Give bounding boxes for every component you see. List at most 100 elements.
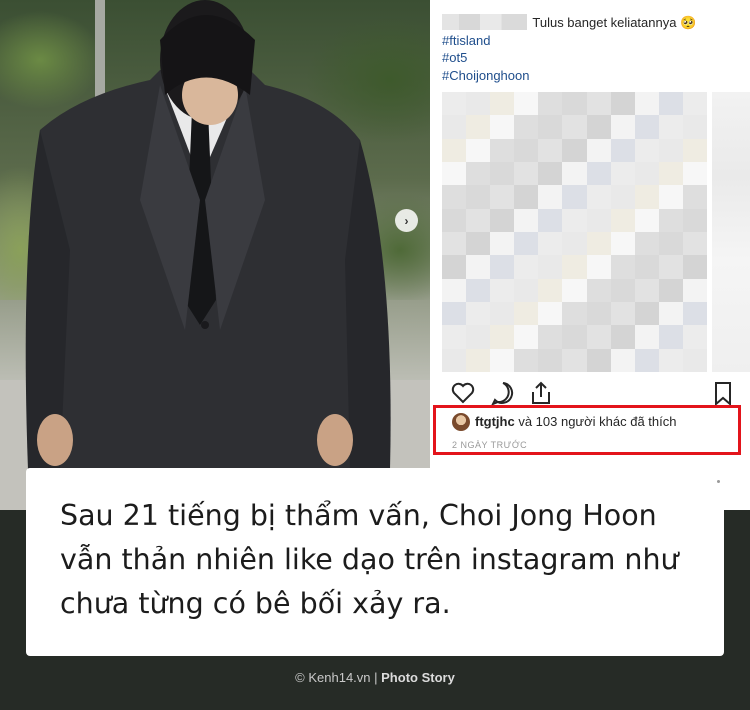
caption-text: Tulus banget keliatannya 🥺 xyxy=(532,15,697,30)
pixel-cell xyxy=(514,255,539,279)
pixel-cell xyxy=(682,208,707,232)
pixel-cell xyxy=(538,92,563,116)
pixel-cell xyxy=(634,255,659,279)
pixel-cell xyxy=(610,138,635,162)
pixel-cell xyxy=(514,115,539,139)
man-in-suit-figure xyxy=(25,0,391,470)
pixel-cell xyxy=(538,278,563,302)
pixel-cell xyxy=(634,232,659,256)
pixel-cell xyxy=(658,232,683,256)
pixel-cell xyxy=(562,325,587,349)
pixel-cell xyxy=(514,92,539,116)
pixel-cell xyxy=(634,208,659,232)
pixel-cell xyxy=(466,325,491,349)
pixel-cell xyxy=(562,185,587,209)
heart-icon[interactable] xyxy=(450,380,476,406)
pixel-cell xyxy=(562,115,587,139)
pixel-cell xyxy=(682,302,707,326)
pixel-cell xyxy=(538,232,563,256)
pixel-cell xyxy=(610,115,635,139)
pixel-cell xyxy=(442,325,467,349)
pixel-cell xyxy=(610,92,635,116)
hashtag-link[interactable]: #Choijonghoon xyxy=(442,67,742,85)
pixel-cell xyxy=(610,162,635,186)
pixel-cell xyxy=(586,348,611,372)
pixel-cell xyxy=(682,115,707,139)
pixel-cell xyxy=(514,278,539,302)
pixel-cell xyxy=(682,138,707,162)
chevron-right-icon: › xyxy=(404,213,409,228)
hashtag-link[interactable]: #ftisland xyxy=(442,32,742,50)
pixel-cell xyxy=(466,255,491,279)
post-caption: Tulus banget keliatannya 🥺 #ftisland #ot… xyxy=(442,14,742,84)
pixel-cell xyxy=(658,208,683,232)
pixel-cell xyxy=(586,278,611,302)
pixel-cell xyxy=(562,208,587,232)
post-timestamp: 2 NGÀY TRƯỚC xyxy=(452,440,528,450)
pixel-cell xyxy=(562,255,587,279)
pixel-cell xyxy=(466,348,491,372)
pixel-cell xyxy=(466,302,491,326)
pixel-cell xyxy=(658,185,683,209)
pixel-cell xyxy=(634,302,659,326)
likes-username[interactable]: ftgtjhc xyxy=(475,414,515,429)
pixel-cell xyxy=(634,138,659,162)
pixel-cell xyxy=(658,278,683,302)
pixel-cell xyxy=(514,348,539,372)
share-icon[interactable] xyxy=(528,380,554,406)
likes-rest: và 103 người khác đã thích xyxy=(514,414,677,429)
pixel-cell xyxy=(586,138,611,162)
pixel-cell xyxy=(490,92,515,116)
pixel-cell xyxy=(658,302,683,326)
pixel-cell xyxy=(586,162,611,186)
pixel-cell xyxy=(490,255,515,279)
pixel-cell xyxy=(634,115,659,139)
pixel-cell xyxy=(466,92,491,116)
news-photo: › xyxy=(0,0,430,510)
post-actions-bar xyxy=(450,380,740,406)
pixel-cell xyxy=(538,325,563,349)
avatar[interactable] xyxy=(452,413,470,431)
pixelated-comments xyxy=(442,92,707,372)
pixel-cell xyxy=(586,185,611,209)
pixel-cell xyxy=(562,302,587,326)
pixel-cell xyxy=(442,92,467,116)
carousel-next-button[interactable]: › xyxy=(395,209,418,232)
pixel-cell xyxy=(682,92,707,116)
pixel-cell xyxy=(682,325,707,349)
pixel-cell xyxy=(610,208,635,232)
pixel-cell xyxy=(682,255,707,279)
hashtag-link[interactable]: #ot5 xyxy=(442,49,742,67)
pixel-cell xyxy=(610,185,635,209)
pixel-cell xyxy=(562,232,587,256)
pixel-cell xyxy=(490,302,515,326)
blurred-username xyxy=(442,14,527,30)
pixel-cell xyxy=(514,162,539,186)
pixel-cell xyxy=(538,115,563,139)
pixel-cell xyxy=(514,138,539,162)
footer-credit: © Kenh14.vn | Photo Story xyxy=(0,670,750,685)
story-caption-card: Sau 21 tiếng bị thẩm vấn, Choi Jong Hoon… xyxy=(26,468,724,656)
comment-icon[interactable] xyxy=(490,380,516,406)
likes-summary[interactable]: ftgtjhc và 103 người khác đã thích xyxy=(475,414,677,429)
pixel-cell xyxy=(538,162,563,186)
pixel-cell xyxy=(466,232,491,256)
pixel-cell xyxy=(514,302,539,326)
pixel-cell xyxy=(562,138,587,162)
pixel-cell xyxy=(442,162,467,186)
pixel-cell xyxy=(562,162,587,186)
pixel-cell xyxy=(538,208,563,232)
pixel-cell xyxy=(490,348,515,372)
pixel-cell xyxy=(538,302,563,326)
bookmark-icon[interactable] xyxy=(710,380,736,406)
pixel-cell xyxy=(466,185,491,209)
pixel-cell xyxy=(658,325,683,349)
pixel-cell xyxy=(538,138,563,162)
story-caption-text: Sau 21 tiếng bị thẩm vấn, Choi Jong Hoon… xyxy=(60,499,679,620)
pixel-cell xyxy=(538,185,563,209)
pixel-cell xyxy=(610,255,635,279)
pixel-cell xyxy=(514,208,539,232)
pixel-cell xyxy=(610,302,635,326)
pixel-cell xyxy=(658,348,683,372)
pixel-cell xyxy=(442,278,467,302)
